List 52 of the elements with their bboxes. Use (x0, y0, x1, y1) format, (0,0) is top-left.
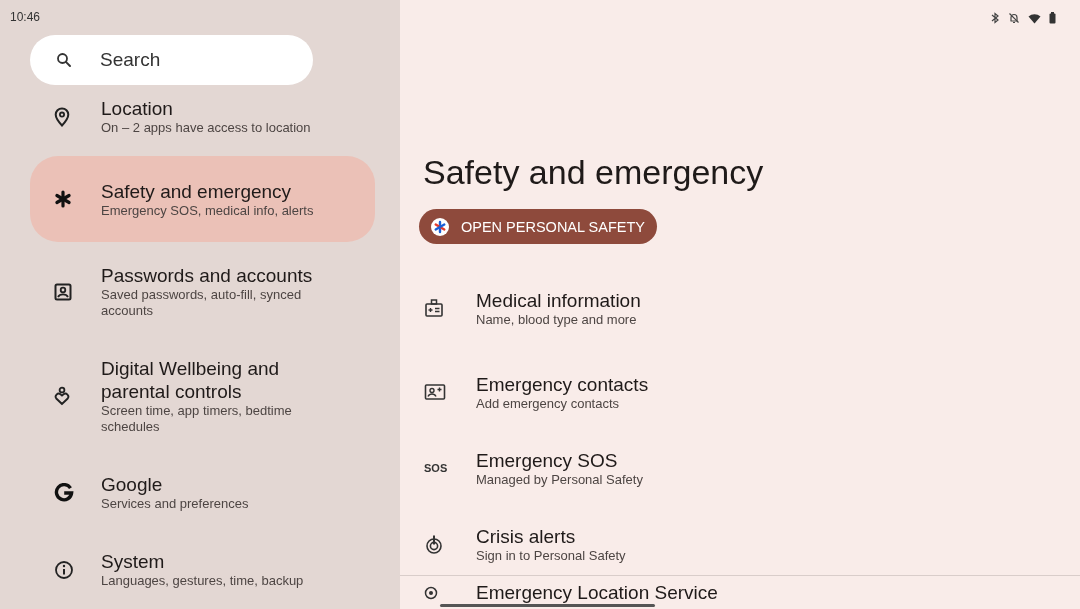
row-title: Emergency SOS (476, 448, 619, 472)
location-target-icon (424, 586, 438, 600)
bell-off-icon (1008, 12, 1020, 24)
search-field[interactable]: Search (30, 35, 313, 85)
sidebar-item[interactable]: System Languages, gestures, time, backup (30, 538, 375, 601)
row-title: Crisis alerts (476, 524, 577, 548)
asterisk-icon (54, 190, 72, 208)
sidebar-item-title: Location (101, 97, 174, 120)
sidebar-item-title: Safety and emergency (101, 179, 293, 203)
battery-icon (1049, 12, 1056, 24)
row-subtitle: Add emergency contacts (476, 395, 621, 412)
settings-row[interactable]: Medical information Name, blood type and more (419, 278, 1080, 338)
contact-card-icon (424, 383, 446, 401)
sos-label: SOS (424, 462, 448, 474)
sidebar-item-title: Passwords and accounts (101, 264, 314, 287)
sidebar-item-subtitle: Saved passwords, auto-fill, synced accounts (101, 287, 303, 319)
sidebar-item-title: Google (101, 473, 164, 496)
open-personal-safety-button[interactable]: OPEN PERSONAL SAFETY (419, 209, 657, 244)
settings-row[interactable]: Emergency contacts Add emergency contacts (419, 354, 1080, 430)
row-subtitle: Sign in to Personal Safety (476, 547, 626, 564)
sidebar-item[interactable]: Safety and emergency Emergency SOS, medical info, alerts (30, 156, 375, 242)
search-icon (55, 51, 73, 69)
sidebar-item-title: System (101, 550, 166, 573)
location-pin-icon (54, 106, 70, 127)
account-box-icon (54, 282, 72, 301)
sidebar-item-subtitle: Screen time, app timers, bedtime schedules (101, 403, 293, 435)
row-subtitle: Name, blood type and more (476, 311, 638, 328)
row-title: Emergency contacts (476, 372, 649, 396)
sidebar-item-subtitle: Languages, gestures, time, backup (101, 573, 304, 589)
sidebar-item[interactable]: Google Services and preferences (30, 461, 375, 524)
info-icon (54, 559, 74, 580)
status-time: 10:46 (10, 10, 42, 24)
sidebar-item[interactable]: Location On – 2 apps have access to location (30, 97, 375, 146)
row-title: Medical information (476, 288, 641, 312)
sidebar-item-subtitle: Emergency SOS, medical info, alerts (101, 202, 314, 219)
asterisk-logo-icon (431, 217, 449, 236)
alert-target-icon (424, 534, 444, 554)
gesture-handle[interactable] (440, 604, 655, 607)
settings-row[interactable]: SOS Emergency SOS Managed by Personal Safety (419, 430, 1080, 506)
row-subtitle: Managed by Personal Safety (476, 471, 643, 488)
row-title: Emergency Location Service (476, 582, 718, 604)
medical-id-icon (424, 298, 444, 318)
sidebar-item-subtitle: Services and preferences (101, 496, 249, 512)
sidebar-item[interactable]: Passwords and accounts Saved passwords, auto-fill, synced accounts (30, 252, 375, 331)
sidebar-item[interactable]: Digital Wellbeing and parental controls Screen time, app timers, bedtime schedules (30, 345, 375, 447)
bluetooth-icon (990, 12, 1000, 24)
sidebar-item-title: Digital Wellbeing and parental controls (101, 357, 281, 403)
page-title: Safety and emergency (423, 152, 765, 192)
letter-g-icon (54, 482, 74, 503)
wifi-icon (1028, 12, 1041, 24)
person-heart-icon (54, 386, 70, 406)
sidebar-item-subtitle: On – 2 apps have access to location (101, 120, 311, 136)
